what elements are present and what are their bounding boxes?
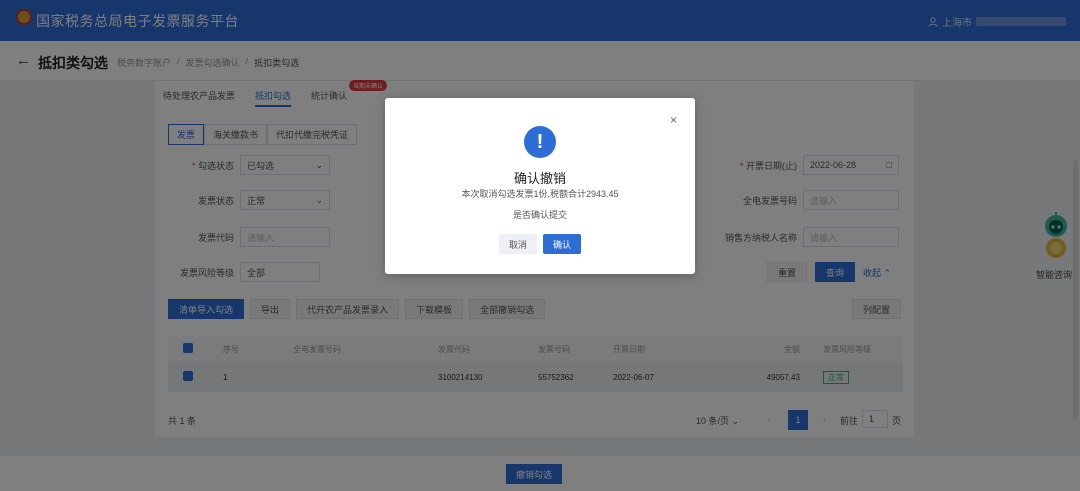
dialog-question: 是否确认提交	[512, 210, 567, 220]
confirm-button[interactable]: 确认	[543, 234, 581, 254]
close-icon[interactable]: ×	[670, 113, 677, 127]
dialog-actions: 取消 确认	[499, 234, 581, 254]
cancel-button[interactable]: 取消	[499, 234, 537, 254]
confirm-dialog: × ! 确认撤销 本次取消勾选发票1份,税额合计2943.45 是否确认提交 取…	[385, 98, 695, 274]
dialog-title: 确认撤销	[513, 171, 566, 186]
exclamation-icon: !	[524, 126, 556, 158]
dialog-message: 本次取消勾选发票1份,税额合计2943.45	[461, 189, 619, 199]
